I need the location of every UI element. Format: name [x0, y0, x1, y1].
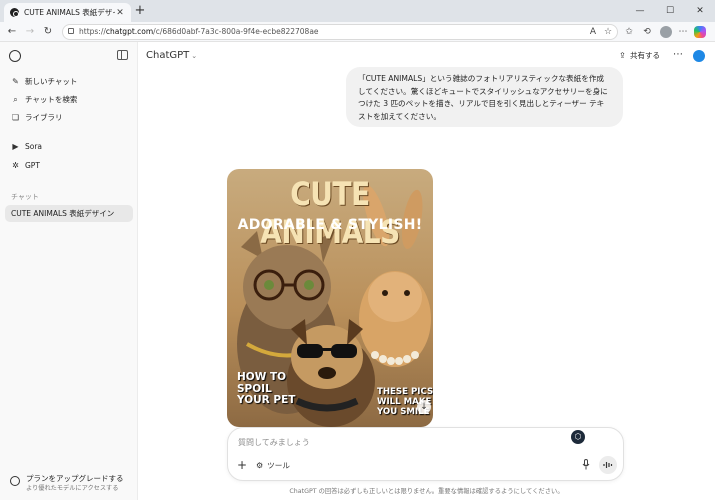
favorite-star-icon[interactable]: ☆	[601, 25, 615, 39]
add-attachment-button[interactable]: +	[236, 459, 248, 471]
url-prefix: https://	[79, 27, 106, 36]
voice-mode-button[interactable]	[599, 456, 617, 474]
address-bar[interactable]: https://chatgpt.com/c/686d0abf-7a3c-800a…	[62, 24, 618, 40]
sidebar-item-search-chats[interactable]: ⌕ チャットを検索	[5, 91, 133, 108]
browser-tab-bar: CUTE ANIMALS 表紙デザイン ✕ + — ☐ ✕	[0, 0, 715, 22]
browser-tab-title: CUTE ANIMALS 表紙デザイン	[24, 8, 115, 17]
tools-icon: ⚙	[256, 461, 264, 470]
back-arrow-icon[interactable]: ←	[4, 24, 20, 40]
sidebar-item-sora[interactable]: ▶ Sora	[5, 138, 133, 155]
cover-title: CUTE ANIMALS	[260, 175, 400, 251]
sidebar: ✎ 新しいチャット ⌕ チャットを検索 ❏ ライブラリ ▶ Sora ✲ GPT…	[0, 42, 138, 500]
extension-badge-icon[interactable]: ⬡	[571, 430, 585, 444]
disclaimer-text: ChatGPT の回答は必ずしも正しいとは限りません。重要な情報は確認するように…	[289, 488, 564, 495]
share-label: 共有する	[630, 51, 660, 60]
chats-section-label: チャット	[11, 193, 39, 201]
share-button[interactable]: ⇪ 共有する	[619, 49, 660, 63]
chevron-down-icon: ⌄	[191, 52, 198, 60]
cover-subtitle: ADORABLE & STYLISH!	[237, 217, 423, 233]
sidebar-item-label: チャットを検索	[25, 95, 78, 104]
sidebar-item-gpt[interactable]: ✲ GPT	[5, 157, 133, 174]
read-aloud-icon[interactable]: A	[586, 25, 600, 39]
sidebar-item-new-chat[interactable]: ✎ 新しいチャット	[5, 73, 133, 90]
copilot-icon[interactable]	[694, 26, 706, 38]
lock-icon	[68, 28, 74, 34]
tools-label: ツール	[267, 461, 290, 470]
sidebar-item-label: ライブラリ	[25, 113, 63, 122]
scroll-down-icon[interactable]: ↓	[417, 400, 431, 414]
new-chat-icon: ✎	[12, 77, 19, 86]
gpt-icon: ✲	[12, 161, 19, 170]
sidebar-toggle-icon[interactable]	[117, 50, 128, 60]
window-maximize-button[interactable]: ☐	[655, 0, 685, 22]
forward-arrow-icon[interactable]: →	[22, 24, 38, 40]
tab-close-icon[interactable]: ✕	[115, 8, 125, 18]
user-message-bubble: 「CUTE ANIMALS」という雑誌のフォトリアリスティックな表紙を作成してく…	[346, 67, 623, 127]
generated-magazine-cover-image[interactable]: CUTE ANIMALS ADORABLE & STYLISH! HOW TO …	[227, 169, 433, 427]
model-name: ChatGPT	[146, 50, 190, 61]
url-host: chatgpt.com	[105, 27, 154, 36]
waveform-icon	[603, 462, 613, 468]
browser-tab[interactable]: CUTE ANIMALS 表紙デザイン ✕	[4, 3, 131, 22]
new-tab-button[interactable]: +	[133, 4, 147, 18]
favorites-icon[interactable]: ✩	[622, 25, 636, 39]
window-minimize-button[interactable]: —	[625, 0, 655, 22]
user-avatar[interactable]	[693, 50, 705, 62]
browser-toolbar: ← → ↻ https://chatgpt.com/c/686d0abf-7a3…	[0, 22, 715, 42]
search-icon: ⌕	[13, 95, 18, 104]
message-composer: 質問してみましょう + ⚙ ツール	[227, 427, 624, 481]
microphone-glyph	[582, 459, 590, 470]
sidebar-item-label: GPT	[25, 161, 40, 170]
prompt-input[interactable]: 質問してみましょう	[238, 437, 310, 448]
sidebar-item-label: 新しいチャット	[25, 77, 78, 86]
chatgpt-favicon-icon	[10, 8, 19, 17]
microphone-icon[interactable]	[581, 459, 591, 471]
library-icon: ❏	[11, 113, 20, 122]
browser-menu-icon[interactable]: ⋯	[676, 25, 690, 39]
browser-profile-avatar[interactable]	[660, 26, 672, 38]
url-path: /c/686d0abf-7a3c-800a-9f4e-ecbe822708ae	[153, 27, 319, 36]
sora-icon: ▶	[12, 142, 19, 151]
history-icon[interactable]: ⟲	[640, 25, 654, 39]
window-close-button[interactable]: ✕	[685, 0, 715, 22]
tools-button[interactable]: ⚙ ツール	[256, 460, 290, 471]
sidebar-chat-active[interactable]: CUTE ANIMALS 表紙デザイン	[5, 205, 133, 222]
model-selector[interactable]: ChatGPT ⌄	[146, 50, 197, 61]
openai-logo-icon[interactable]	[9, 50, 21, 62]
sidebar-item-library[interactable]: ❏ ライブラリ	[5, 109, 133, 126]
upgrade-plan-button[interactable]: プランをアップグレードする より優れたモデルにアクセスする	[8, 472, 136, 494]
more-options-icon[interactable]: ⋯	[672, 49, 684, 63]
reload-icon[interactable]: ↻	[40, 24, 56, 40]
cover-left-teaser: HOW TO SPOIL YOUR PET	[237, 371, 296, 406]
chat-title: CUTE ANIMALS 表紙デザイン	[11, 209, 115, 218]
upgrade-subtitle: より優れたモデルにアクセスする	[26, 485, 119, 492]
share-icon: ⇪	[619, 51, 626, 60]
upgrade-icon	[10, 476, 20, 486]
sidebar-item-label: Sora	[25, 142, 43, 151]
